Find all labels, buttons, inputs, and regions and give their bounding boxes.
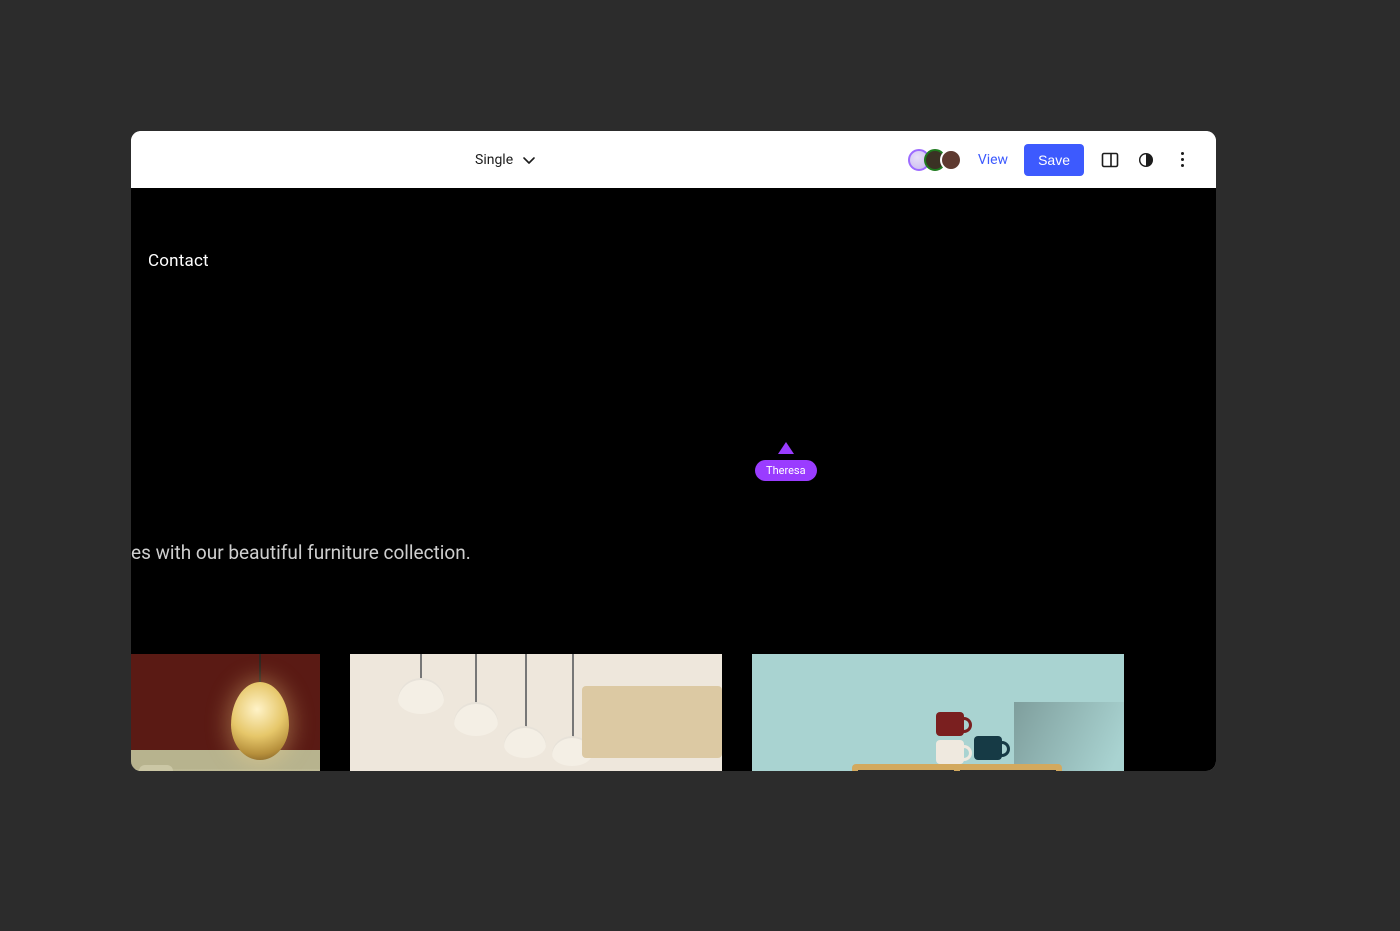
product-image-row bbox=[131, 654, 1124, 771]
more-options-icon[interactable] bbox=[1172, 150, 1192, 170]
site-canvas[interactable]: Contact Iconic es with our beautiful fur… bbox=[131, 188, 1216, 771]
template-mode-selector[interactable]: Single bbox=[475, 152, 537, 168]
top-toolbar: Single View Save bbox=[131, 131, 1216, 188]
view-link[interactable]: View bbox=[978, 152, 1008, 168]
collaborator-name-label: Theresa bbox=[755, 460, 817, 481]
editor-viewport: Single View Save Contact Iconic es bbox=[131, 131, 1216, 771]
hero-tagline-fragment: es with our beautiful furniture collecti… bbox=[131, 541, 471, 564]
template-mode-label: Single bbox=[475, 152, 513, 168]
product-card[interactable] bbox=[350, 654, 722, 771]
contrast-toggle-icon[interactable] bbox=[1136, 150, 1156, 170]
collaborator-cursor: Theresa bbox=[755, 442, 817, 481]
product-card[interactable] bbox=[131, 654, 320, 771]
avatar bbox=[940, 149, 962, 171]
panel-toggle-icon[interactable] bbox=[1100, 150, 1120, 170]
cursor-arrow-icon bbox=[778, 442, 794, 454]
nav-link-contact[interactable]: Contact bbox=[148, 251, 209, 271]
collaborator-avatars[interactable] bbox=[908, 149, 962, 171]
save-button[interactable]: Save bbox=[1024, 144, 1084, 176]
product-card[interactable] bbox=[752, 654, 1124, 771]
chevron-down-icon bbox=[521, 152, 537, 168]
